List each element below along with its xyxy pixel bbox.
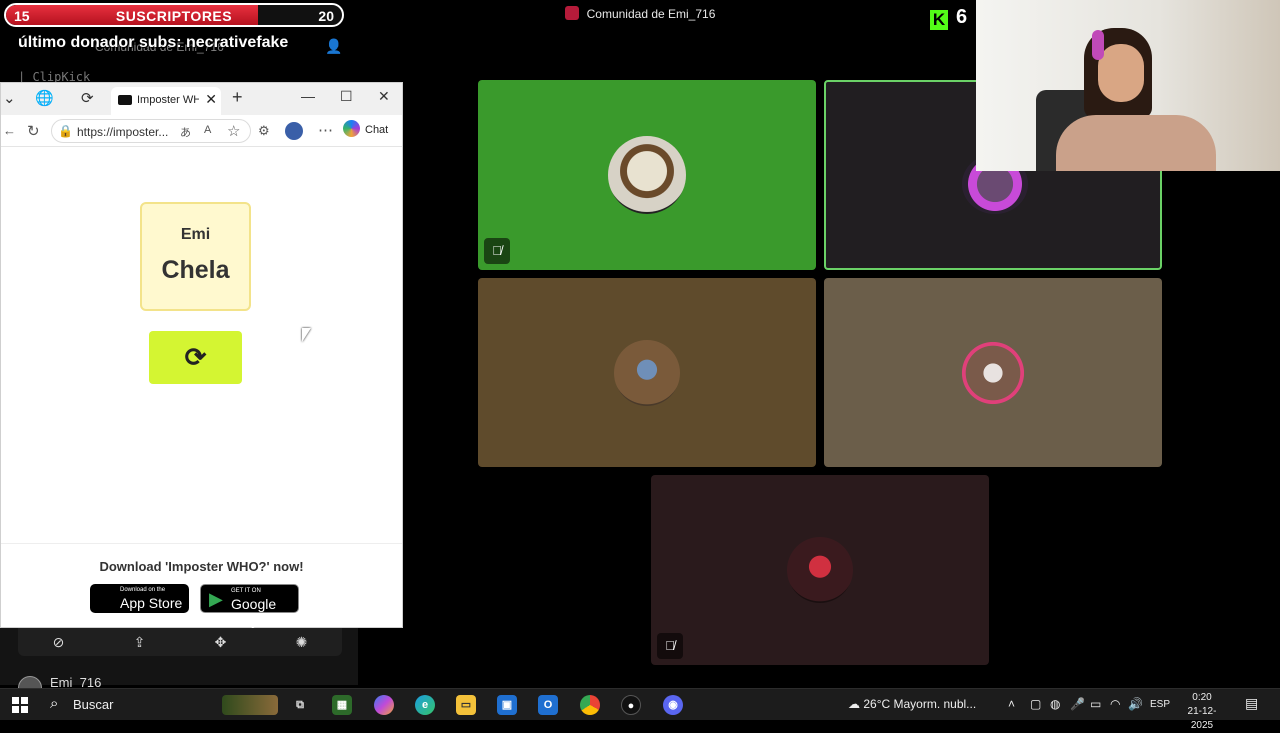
- tray-app-icon[interactable]: ▢: [1030, 697, 1041, 711]
- participant-tile-5[interactable]: 🎙̸: [651, 475, 989, 665]
- discord-icon[interactable]: ◉: [663, 695, 683, 715]
- headset-icon: [1092, 30, 1104, 60]
- task-view-icon[interactable]: ⧉: [290, 695, 310, 715]
- url-text: https://imposter...: [77, 125, 169, 139]
- participant-tile-3[interactable]: [478, 278, 816, 467]
- community-title: Comunidad de Emi_716: [520, 6, 760, 21]
- volume-icon[interactable]: 🔊: [1128, 697, 1143, 711]
- reload-icon[interactable]: ↻: [27, 122, 40, 140]
- tray-record-icon[interactable]: ◍: [1050, 697, 1060, 711]
- mouse-cursor-icon: [302, 328, 311, 342]
- kick-viewer-count: 6: [956, 6, 968, 28]
- new-tab-icon[interactable]: +: [232, 87, 243, 108]
- stream-app-toolbar: ⊘ ⇪ ✥ ✺: [18, 628, 342, 656]
- activities-icon[interactable]: ✥: [215, 634, 227, 651]
- extensions-icon[interactable]: ⚙: [258, 123, 270, 139]
- player-name: Emi: [180, 226, 211, 243]
- tab-bar: ⌄ 🌐 ⟳ Imposter WHO ✕ + — ☐ ✕: [1, 83, 402, 115]
- last-donor-ticker: último donador subs: necrativefake: [18, 34, 289, 51]
- windows-start-icon[interactable]: [12, 697, 28, 713]
- participant-tile-1[interactable]: 🎙̸: [478, 80, 816, 270]
- globe-icon[interactable]: 🌐: [35, 89, 54, 107]
- close-window-icon[interactable]: ✕: [378, 88, 390, 105]
- show-hidden-icons-chevron-icon[interactable]: ˄: [1008, 697, 1015, 711]
- favorite-star-icon[interactable]: ☆: [227, 122, 240, 140]
- kick-viewer-badge: K6: [930, 6, 967, 30]
- secret-word-card: Emi Chela: [140, 202, 251, 311]
- secret-word: Chela: [161, 256, 230, 284]
- obs-icon[interactable]: ●: [621, 695, 641, 715]
- tab-title: Imposter WHO: [137, 94, 199, 106]
- webcam-feed: [976, 0, 1280, 171]
- participant-avatar: [608, 136, 686, 214]
- notifications-icon[interactable]: ▤: [1245, 695, 1258, 712]
- tab-imposter-who[interactable]: Imposter WHO ✕: [111, 87, 221, 115]
- download-title: Download 'Imposter WHO?' now!: [99, 559, 304, 574]
- read-aloud-icon[interactable]: A: [204, 124, 211, 136]
- maximize-icon[interactable]: ☐: [340, 88, 353, 105]
- participant-avatar: [787, 537, 853, 603]
- participant-avatar: [960, 340, 1026, 406]
- participant-tile-4[interactable]: [824, 278, 1162, 467]
- address-bar[interactable]: 🔒 https://imposter... あ A ☆: [51, 119, 251, 143]
- google-play-icon: ▶: [209, 589, 223, 609]
- search-highlight-image[interactable]: [222, 695, 278, 715]
- game-app-icon[interactable]: ▦: [332, 695, 352, 715]
- copilot-chat-button[interactable]: Chat: [343, 120, 388, 142]
- tab-list-chevron-icon[interactable]: ⌄: [3, 89, 16, 107]
- workspace-icon[interactable]: ⟳: [81, 89, 94, 107]
- address-bar-row: ← ↻ 🔒 https://imposter... あ A ☆ ⚙ ⋯ Chat: [1, 115, 402, 147]
- copilot-app-icon[interactable]: [374, 695, 394, 715]
- add-user-icon: 👤: [325, 38, 343, 54]
- community-logo-icon: [564, 6, 579, 20]
- profile-avatar[interactable]: [285, 122, 303, 140]
- refresh-icon: ⟳: [184, 342, 207, 372]
- clock-date: 21-12-2025: [1187, 706, 1217, 731]
- chrome-icon[interactable]: [580, 695, 600, 715]
- refresh-button[interactable]: ⟳: [149, 331, 242, 384]
- stream-app-panel: ⊘ ⇪ ✥ ✺ Emi_716: [0, 628, 358, 700]
- shoulders-shape: [1056, 115, 1216, 171]
- mic-muted-icon: 🎙̸: [657, 633, 683, 659]
- more-menu-icon[interactable]: ⋯: [318, 121, 333, 139]
- participant-avatar: [614, 340, 680, 406]
- subscriber-goal: 20: [318, 8, 334, 24]
- translate-icon[interactable]: あ: [180, 124, 191, 140]
- lock-icon[interactable]: 🔒: [58, 124, 73, 138]
- soundboard-icon[interactable]: ✺: [296, 634, 308, 651]
- subscriber-goal-bar: 15 SUSCRIPTORES 20: [4, 3, 344, 27]
- close-tab-icon[interactable]: ✕: [205, 91, 217, 108]
- store-icon[interactable]: ▣: [497, 695, 517, 715]
- download-banner: Download 'Imposter WHO?' now! Download o…: [1, 543, 402, 629]
- taskbar: ⌕ Buscar ⧉ ▦ e ▭ ▣ O ● ◉ ☁ 26°C Mayorm. …: [0, 688, 1280, 731]
- file-explorer-icon[interactable]: ▭: [456, 695, 476, 715]
- google-play-button[interactable]: ▶ GET IT ON Google Play: [200, 584, 299, 628]
- taskbar-search[interactable]: Buscar: [73, 697, 113, 712]
- search-icon[interactable]: ⌕: [50, 695, 58, 712]
- mic-muted-icon: 🎙̸: [484, 238, 510, 264]
- subscriber-label: SUSCRIPTORES: [115, 8, 233, 24]
- outlook-icon[interactable]: O: [538, 695, 558, 715]
- app-store-button[interactable]: Download on the App Store: [90, 584, 189, 613]
- back-icon[interactable]: ←: [3, 123, 16, 138]
- weather-widget[interactable]: ☁ 26°C Mayorm. nubl...: [848, 697, 976, 711]
- wifi-icon[interactable]: ◠: [1110, 697, 1120, 711]
- language-indicator[interactable]: ESP: [1150, 699, 1170, 710]
- microphone-icon[interactable]: 🎤: [1070, 697, 1085, 711]
- battery-icon[interactable]: ▭: [1090, 697, 1101, 711]
- clock-time: 0:20: [1192, 692, 1212, 703]
- edge-icon[interactable]: e: [415, 695, 435, 715]
- screen-share-icon[interactable]: ⇪: [134, 634, 146, 651]
- site-favicon-icon: [118, 95, 132, 105]
- copilot-icon: [343, 120, 360, 137]
- camera-off-icon[interactable]: ⊘: [53, 634, 65, 651]
- browser-window: ⌄ 🌐 ⟳ Imposter WHO ✕ + — ☐ ✕ ← ↻ 🔒 https…: [0, 82, 403, 628]
- kick-logo-icon: K: [930, 10, 948, 30]
- clock[interactable]: 0:20 21-12-2025: [1178, 691, 1226, 733]
- minimize-icon[interactable]: —: [301, 88, 315, 104]
- face-shape: [1098, 44, 1144, 102]
